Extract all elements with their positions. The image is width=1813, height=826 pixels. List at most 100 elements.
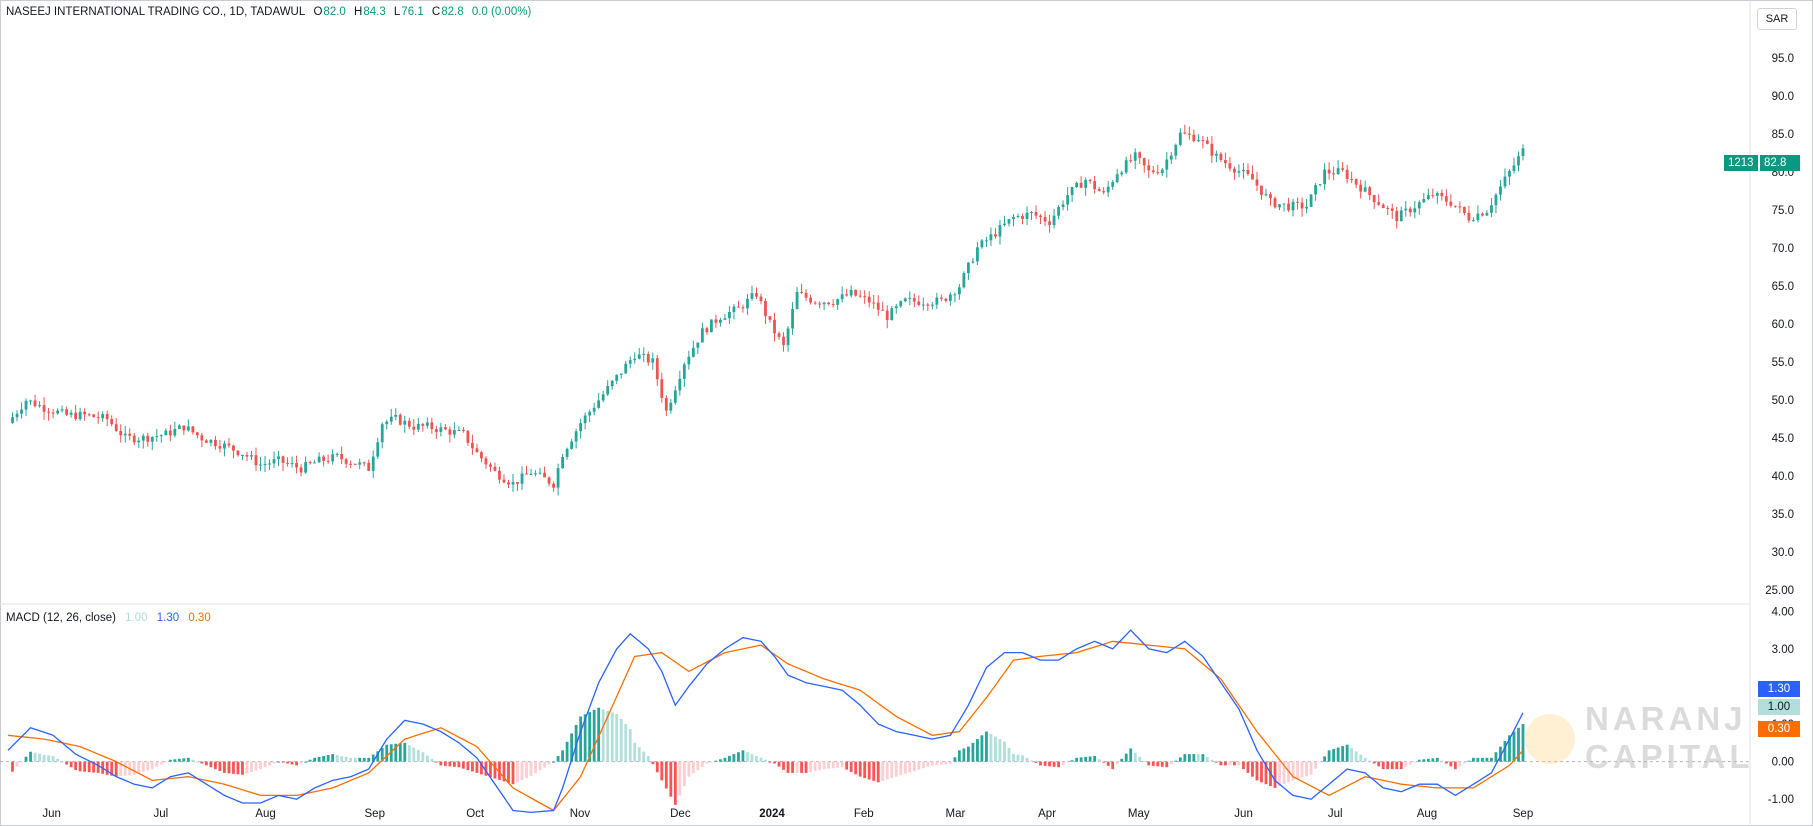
- price-tick-label: 70.0: [1772, 243, 1794, 255]
- candle-body: [1178, 132, 1182, 145]
- candle-body: [1408, 208, 1412, 213]
- candle-body: [1314, 185, 1317, 195]
- macd-histogram-bar: [1129, 748, 1133, 762]
- candle-body: [241, 454, 244, 456]
- candle-body: [1336, 168, 1340, 175]
- macd-histogram-bar: [1314, 761, 1317, 769]
- open-label: O: [313, 6, 323, 18]
- price-tick-label: 35.0: [1772, 509, 1794, 521]
- macd-histogram-bar: [65, 761, 69, 765]
- candle-body: [218, 446, 222, 449]
- candle-body: [980, 240, 984, 248]
- macd-histogram-bar: [696, 761, 700, 771]
- macd-histogram-bar: [800, 761, 803, 773]
- candle-body: [1007, 219, 1011, 224]
- candle-body: [696, 342, 700, 348]
- candle-body: [1440, 192, 1444, 197]
- signal-line: [7, 640, 1524, 812]
- candle-body: [1350, 179, 1354, 181]
- macd-histogram-bar: [60, 761, 64, 763]
- macd-histogram-bar: [1485, 757, 1489, 762]
- macd-histogram-bar: [628, 729, 632, 762]
- macd-histogram-bar: [782, 761, 785, 770]
- macd-histogram-bar: [673, 761, 677, 805]
- macd-histogram-bar: [214, 761, 217, 770]
- macd-histogram-bar: [601, 709, 605, 762]
- candle-body: [755, 293, 758, 297]
- macd-histogram-bar: [105, 761, 109, 775]
- candle-body: [110, 419, 114, 425]
- candle-body: [953, 294, 957, 296]
- candle-body: [1287, 203, 1290, 211]
- macd-histogram-bar: [854, 761, 858, 775]
- candle-body: [105, 414, 109, 420]
- candle-body: [714, 319, 718, 323]
- time-tick-label: Jun: [42, 808, 61, 820]
- candle-body: [245, 454, 249, 457]
- candle-body: [1453, 205, 1457, 207]
- candle-body: [741, 307, 745, 309]
- candle-body: [1115, 174, 1119, 183]
- macd-histogram-bar: [845, 761, 849, 770]
- candle-body: [624, 363, 628, 374]
- macd-histogram-bar: [83, 761, 87, 772]
- macd-histogram-bar: [619, 719, 623, 762]
- macd-histogram-bar: [930, 761, 934, 766]
- macd-histogram-bar: [1025, 757, 1029, 762]
- candle-body: [1214, 153, 1218, 156]
- candle-body: [87, 414, 91, 416]
- macd-histogram-bar: [1237, 761, 1241, 766]
- candle-body: [985, 240, 988, 242]
- macd-histogram-bar: [277, 761, 280, 763]
- candle-body: [655, 358, 659, 380]
- macd-histogram-bar: [367, 757, 371, 762]
- candle-body: [299, 467, 303, 473]
- candle-body: [1481, 213, 1484, 216]
- macd-histogram-bar: [412, 747, 416, 762]
- candle-body: [1160, 169, 1164, 174]
- macd-histogram-bar: [182, 758, 186, 762]
- signal-value-tag: 0.30: [1758, 721, 1800, 737]
- candle-body: [737, 306, 740, 308]
- price-tick-label: 25.00: [1765, 585, 1794, 597]
- candle-body: [858, 295, 862, 297]
- candle-body: [1174, 144, 1178, 156]
- candle-body: [673, 390, 677, 403]
- candle-body: [1395, 210, 1399, 222]
- macd-histogram-bar: [349, 757, 353, 762]
- macd-histogram-bar: [177, 758, 181, 762]
- macd-histogram-bar: [1453, 761, 1457, 770]
- candle-body: [1012, 216, 1015, 220]
- price-tick-label: 30.0: [1772, 547, 1794, 559]
- macd-histogram-bar: [331, 754, 335, 762]
- candle-body: [1476, 213, 1480, 221]
- macd-histogram-bar: [335, 755, 339, 762]
- macd-histogram-bar: [1521, 724, 1525, 762]
- candle-body: [38, 405, 41, 407]
- time-tick-label: Mar: [946, 808, 966, 820]
- candle-body: [935, 297, 939, 305]
- macd-histogram-bar: [998, 739, 1002, 762]
- candle-body: [1129, 160, 1133, 162]
- candle-body: [633, 358, 637, 361]
- candle-body: [890, 308, 894, 321]
- macd-histogram-bar: [317, 756, 321, 762]
- candle-body: [380, 424, 384, 443]
- macd-histogram-bar: [1449, 761, 1453, 767]
- candle-body: [637, 354, 641, 359]
- macd-histogram-bar: [137, 761, 141, 774]
- candle-body: [385, 421, 389, 425]
- candle-body: [1147, 165, 1151, 171]
- macd-histogram-bar: [15, 761, 19, 767]
- macd-histogram-bar: [1066, 761, 1069, 763]
- candle-body: [96, 417, 100, 419]
- macd-histogram-bar: [556, 755, 560, 762]
- macd-histogram-bar: [1165, 761, 1169, 768]
- candle-body: [1097, 189, 1101, 192]
- candle-body: [1426, 195, 1430, 200]
- candle-body: [994, 234, 997, 237]
- candle-body: [466, 430, 470, 443]
- currency-button[interactable]: SAR: [1757, 8, 1797, 30]
- candle-body: [412, 426, 416, 430]
- candle-body: [1386, 208, 1390, 210]
